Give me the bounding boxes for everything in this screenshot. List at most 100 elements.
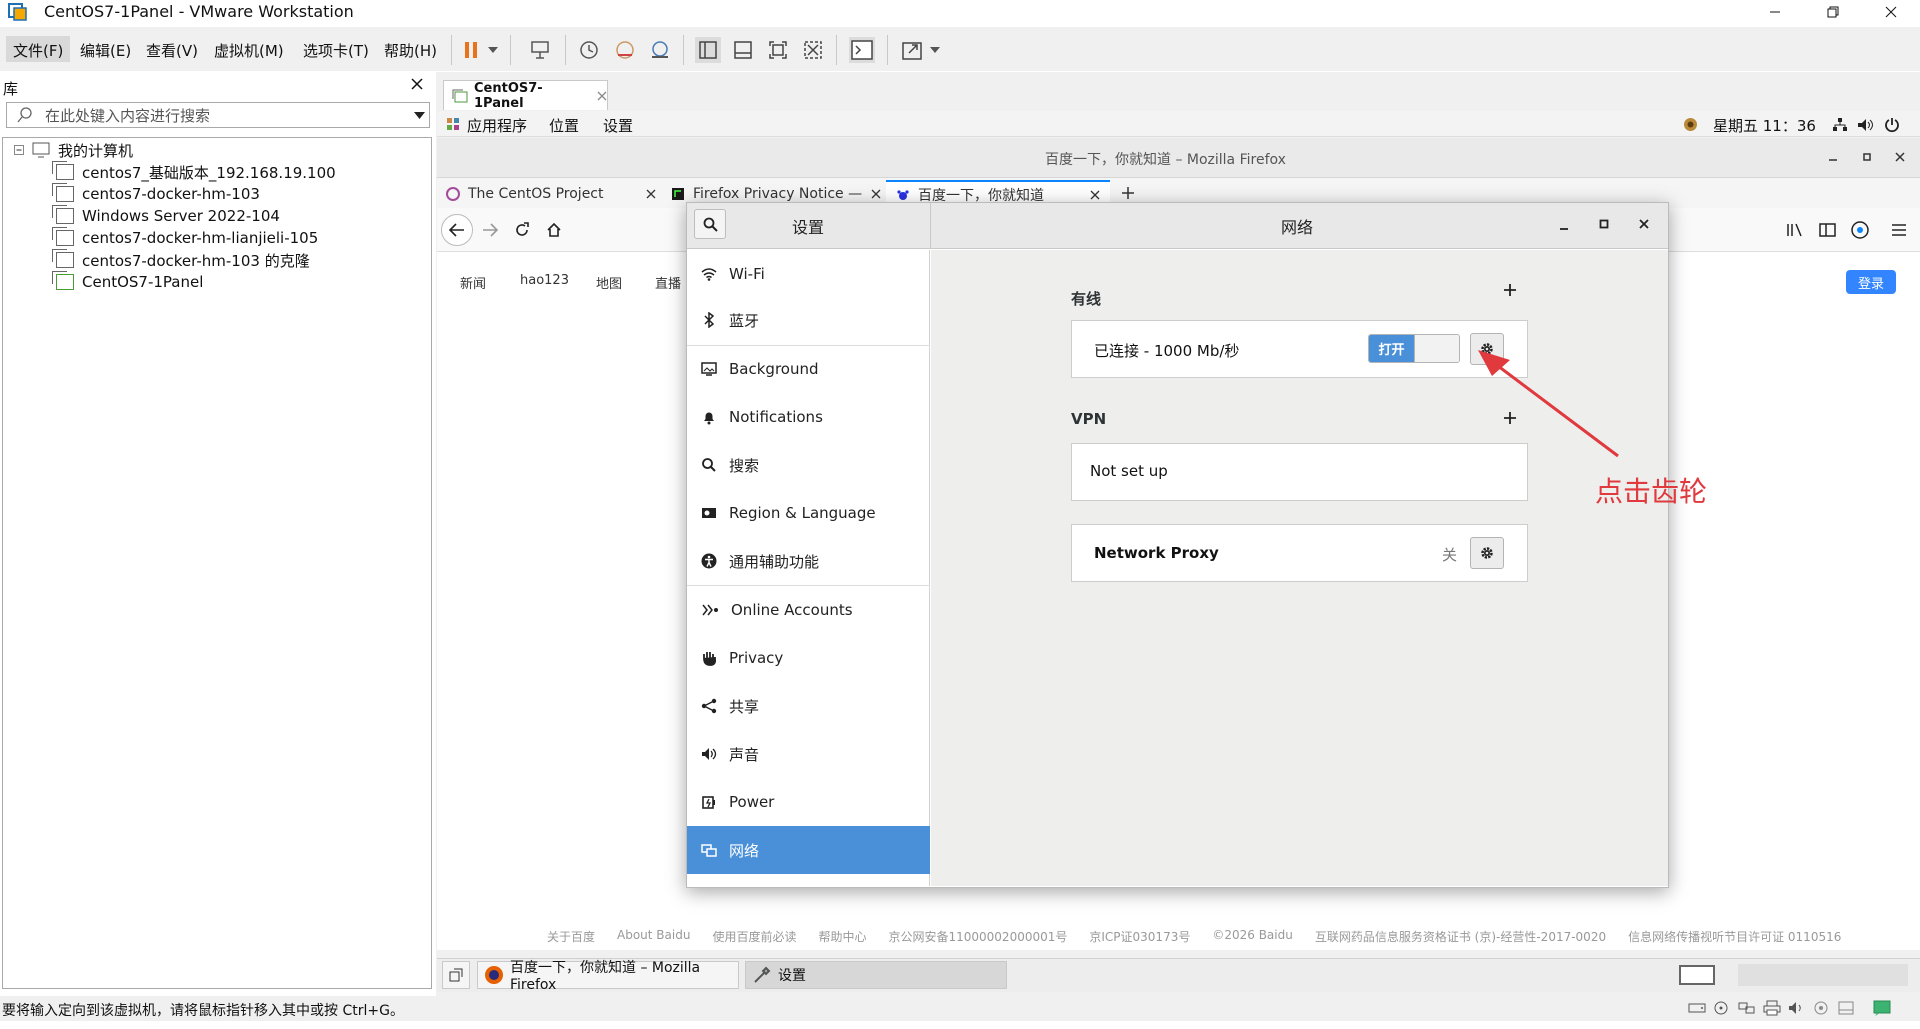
sidebar-item-sharing[interactable]: 共享 (687, 682, 930, 730)
sidebar-item-network[interactable]: 网络 (687, 826, 930, 874)
show-desktop-button[interactable] (442, 961, 470, 989)
close-library-icon[interactable] (410, 77, 424, 91)
close-tab-icon[interactable] (871, 189, 881, 199)
snapshot-icon[interactable] (576, 37, 602, 63)
hamburger-menu-icon[interactable] (1891, 223, 1907, 237)
clock[interactable]: 星期五 11：36 (1713, 115, 1816, 136)
pause-dropdown-icon[interactable] (486, 37, 500, 63)
search-dropdown-icon[interactable] (414, 112, 425, 119)
sound-status-icon[interactable] (1788, 1000, 1806, 1016)
reload-icon[interactable] (514, 222, 530, 238)
home-icon[interactable] (546, 222, 562, 238)
stretch-dropdown-icon[interactable] (928, 37, 942, 63)
gnome-menu-applications[interactable]: 应用程序 (467, 115, 527, 136)
close-tab-icon[interactable] (597, 91, 607, 101)
pause-icon[interactable] (458, 37, 484, 63)
library-search-input[interactable]: 在此处键入内容进行搜索 (6, 102, 430, 128)
ff-maximize-icon[interactable] (1862, 152, 1872, 162)
footer-link[interactable]: 关于百度 (547, 928, 595, 944)
menu-vm[interactable]: 虚拟机(M) (207, 36, 291, 62)
dialog-maximize-icon[interactable] (1599, 219, 1609, 229)
usb-status-icon[interactable] (1812, 1000, 1830, 1016)
baidu-link-news[interactable]: 新闻 (460, 273, 486, 292)
back-icon[interactable] (441, 214, 473, 246)
message-log-icon[interactable] (1873, 1000, 1891, 1016)
vm-tab[interactable]: CentOS7-1Panel (443, 80, 608, 111)
baidu-link-map[interactable]: 地图 (596, 273, 622, 292)
collapse-toggle-icon[interactable] (14, 145, 24, 155)
show-library-icon[interactable] (695, 37, 721, 63)
sidebar-item-privacy[interactable]: Privacy (687, 634, 930, 682)
proxy-settings-gear-button[interactable] (1470, 537, 1504, 569)
sidebar-toggle-icon[interactable] (1819, 222, 1837, 238)
dialog-minimize-icon[interactable] (1559, 221, 1569, 231)
taskbar-item-settings[interactable]: 设置 (745, 961, 1007, 989)
sidebar-item-sound[interactable]: 声音 (687, 730, 930, 778)
footer-link[interactable]: 京公网安备11000002000001号 (888, 928, 1067, 944)
workspace-4[interactable] (1850, 964, 1908, 986)
workspace-1[interactable] (1679, 965, 1715, 985)
sidebar-item-region-language[interactable]: Region & Language (687, 489, 930, 537)
storage-status-icon[interactable] (1837, 1000, 1855, 1016)
tree-item-vm[interactable]: centos7-docker-hm-103 (52, 183, 260, 205)
menu-help[interactable]: 帮助(H) (377, 36, 444, 62)
workspace-3[interactable] (1792, 964, 1850, 986)
sidebar-item-background[interactable]: Background (687, 345, 930, 393)
sidebar-item-wifi[interactable]: Wi-Fi (687, 250, 930, 298)
stretch-guest-icon[interactable] (899, 37, 925, 63)
settings-search-button[interactable] (694, 209, 726, 239)
gnome-menu-places[interactable]: 位置 (549, 115, 579, 136)
unity-icon[interactable] (800, 37, 826, 63)
revert-snapshot-icon[interactable] (612, 37, 638, 63)
taskbar-item-firefox[interactable]: 百度一下，你就知道 – Mozilla Firefox (477, 960, 739, 993)
restore-button[interactable] (1810, 0, 1856, 24)
sidebar-item-power[interactable]: Power (687, 778, 930, 826)
footer-link[interactable]: 京ICP证030173号 (1089, 928, 1190, 944)
wired-toggle-switch[interactable]: 打开 (1368, 334, 1460, 363)
footer-link[interactable]: About Baidu (617, 928, 690, 944)
dialog-close-icon[interactable] (1639, 219, 1649, 229)
cdrom-status-icon[interactable] (1713, 1000, 1731, 1016)
close-tab-icon[interactable] (1090, 190, 1100, 200)
menu-tabs[interactable]: 选项卡(T) (296, 36, 376, 62)
tree-item-vm[interactable]: centos7_基础版本_192.168.19.100 (52, 161, 336, 183)
network-adapter-status-icon[interactable] (1738, 1000, 1756, 1016)
tree-item-vm-running[interactable]: CentOS7-1Panel (52, 271, 203, 293)
sidebar-item-notifications[interactable]: Notifications (687, 393, 930, 441)
sidebar-item-bluetooth[interactable]: 蓝牙 (687, 296, 930, 344)
footer-link[interactable]: 信息网络传播视听节目许可证 0110516 (1628, 928, 1841, 944)
baidu-login-button[interactable]: 登录 (1846, 270, 1896, 294)
tree-root-my-computer[interactable]: 我的计算机 (32, 139, 133, 161)
fullscreen-icon[interactable] (765, 37, 791, 63)
close-window-button[interactable] (1868, 0, 1914, 24)
workspace-2[interactable] (1738, 964, 1796, 986)
ff-minimize-icon[interactable] (1828, 152, 1838, 162)
hdd-status-icon[interactable] (1688, 1000, 1706, 1016)
forward-icon[interactable] (482, 223, 498, 237)
footer-link[interactable]: 帮助中心 (818, 928, 866, 944)
network-status-icon[interactable] (1832, 117, 1848, 133)
tree-item-vm[interactable]: centos7-docker-hm-lianjieli-105 (52, 227, 318, 249)
ff-close-icon[interactable] (1895, 152, 1905, 162)
close-tab-icon[interactable] (646, 189, 656, 199)
baidu-link-live[interactable]: 直播 (655, 273, 681, 292)
power-menu-icon[interactable] (1884, 117, 1900, 133)
sidebar-item-search[interactable]: 搜索 (687, 441, 930, 489)
console-view-icon[interactable] (849, 37, 875, 63)
baidu-link-hao123[interactable]: hao123 (520, 273, 569, 288)
footer-link[interactable]: 使用百度前必读 (712, 928, 796, 944)
gnome-menu-settings[interactable]: 设置 (603, 115, 633, 136)
send-keys-icon[interactable] (527, 37, 553, 63)
library-icon[interactable] (1786, 222, 1804, 238)
printer-status-icon[interactable] (1763, 1000, 1781, 1016)
footer-link[interactable]: 互联网药品信息服务资格证书 (京)-经营性-2017-0020 (1315, 928, 1606, 944)
minimize-button[interactable] (1752, 0, 1798, 24)
volume-icon[interactable] (1857, 117, 1873, 133)
new-tab-icon[interactable] (1121, 186, 1135, 200)
menu-edit[interactable]: 编辑(E) (73, 36, 138, 62)
tree-item-vm[interactable]: Windows Server 2022-104 (52, 205, 280, 227)
account-icon[interactable] (1851, 221, 1869, 239)
snapshot-manager-icon[interactable] (647, 37, 673, 63)
sidebar-item-online-accounts[interactable]: Online Accounts (687, 586, 930, 634)
menu-file[interactable]: 文件(F) (6, 36, 71, 62)
